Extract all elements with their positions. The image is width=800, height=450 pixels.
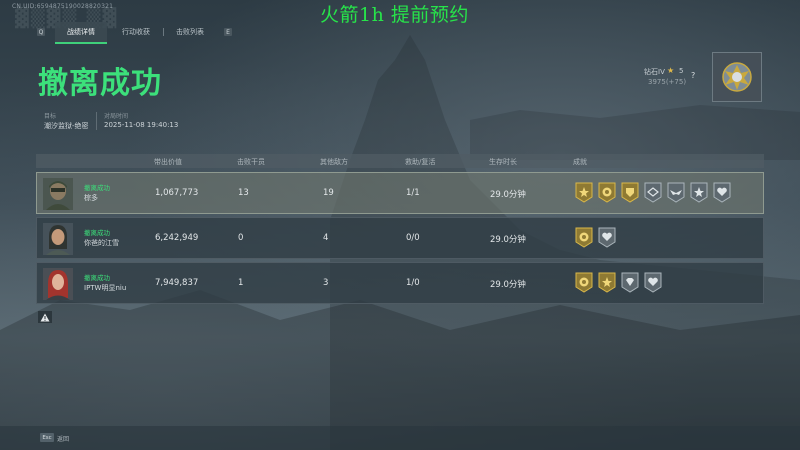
rank-badge[interactable] [712,52,762,102]
silver-heart-badge-icon[interactable] [644,272,662,293]
gold-medal-badge-icon[interactable] [598,182,616,203]
other-enemies: 4 [323,233,329,243]
match-time-label: 对局时间 [104,113,129,120]
header-operators-defeated: 击败干员 [237,158,265,166]
rank-star-count: 5 [679,67,684,75]
help-icon[interactable]: ? [691,71,695,80]
next-tab-key[interactable]: E [224,28,232,36]
rescue-revive: 1/1 [406,188,420,198]
silver-gem-badge-icon[interactable] [621,272,639,293]
survival-time: 29.0分钟 [490,280,526,290]
achievement-list [575,272,662,293]
rank-name: 钻石IV [644,68,665,76]
avatar [43,178,73,210]
header-other-enemies: 其他敌方 [320,158,348,166]
tab-battle-details[interactable]: 战绩详情 [55,22,107,44]
gold-medal-badge-icon[interactable] [575,227,593,248]
avatar [43,223,73,255]
survival-time: 29.0分钟 [490,190,526,200]
map-value: 潮汐监狱-绝密 [44,122,89,130]
prev-tab-key[interactable]: Q [37,28,45,36]
stream-overlay-text: 火箭1h 提前预约 [320,4,469,26]
gold-star-badge-icon[interactable] [598,272,616,293]
other-enemies: 3 [323,278,329,288]
player-name: 棕多 [84,194,98,202]
map-label: 目标 [44,113,57,120]
esc-key[interactable]: Esc [40,433,54,442]
operators-defeated: 1 [238,278,244,288]
report-warning-button[interactable] [38,311,52,323]
silver-wing-badge-icon[interactable] [644,182,662,203]
player-status: 撤离成功 [84,229,110,237]
match-time-value: 2025-11-08 19:40:13 [104,121,179,129]
gold-shield-badge-icon[interactable] [621,182,639,203]
survival-time: 29.0分钟 [490,235,526,245]
result-title: 撤离成功 [38,66,162,101]
player-name: 你爸的江雪 [84,239,119,247]
tab-defeat-list[interactable]: 击败列表 [164,22,216,42]
operators-defeated: 0 [238,233,244,243]
scoreboard-table: 带出价值 击败干员 其他敌方 救助/复活 生存时长 成就 撤离成功 棕多 1,0… [36,154,764,304]
achievement-list [575,227,616,248]
silver-star-badge-icon[interactable] [690,182,708,203]
table-row[interactable]: 撤离成功 棕多 1,067,773 13 19 1/1 29.0分钟 [36,172,764,214]
achievement-list [575,182,731,203]
operators-defeated: 13 [238,188,249,198]
header-rescue-revive: 救助/复活 [405,158,436,166]
silver-heart-badge-icon[interactable] [713,182,731,203]
extracted-value: 7,949,837 [155,278,199,288]
star-icon: ★ [667,66,675,75]
player-name: IPTW明显niu [84,284,127,292]
player-status: 撤离成功 [84,184,110,192]
tab-action-rewards[interactable]: 行动收获 [110,22,162,42]
back-label[interactable]: 返回 [57,434,69,443]
table-row[interactable]: 撤离成功 你爸的江雪 6,242,949 0 4 0/0 29.0分钟 [36,217,764,259]
table-header: 带出价值 击败干员 其他敌方 救助/复活 生存时长 成就 [36,154,764,168]
extracted-value: 1,067,773 [155,188,199,198]
header-extracted-value: 带出价值 [154,158,182,166]
header-achievements: 成就 [573,158,587,166]
rescue-revive: 1/0 [406,278,420,288]
gold-medal-badge-icon[interactable] [575,272,593,293]
silver-eagle-badge-icon[interactable] [667,182,685,203]
warning-icon [40,313,50,321]
extracted-value: 6,242,949 [155,233,199,243]
rescue-revive: 0/0 [406,233,420,243]
rank-score: 3975(+75) [648,78,687,86]
player-status: 撤离成功 [84,274,110,282]
other-enemies: 19 [323,188,334,198]
header-survival-time: 生存时长 [489,158,517,166]
rank-emblem-icon [722,62,752,92]
gold-star-badge-icon[interactable] [575,182,593,203]
table-row[interactable]: 撤离成功 IPTW明显niu 7,949,837 1 3 1/0 29.0分钟 [36,262,764,304]
silver-heart-badge-icon[interactable] [598,227,616,248]
footer-bar [0,426,800,450]
avatar [43,268,73,300]
meta-divider [96,112,97,130]
